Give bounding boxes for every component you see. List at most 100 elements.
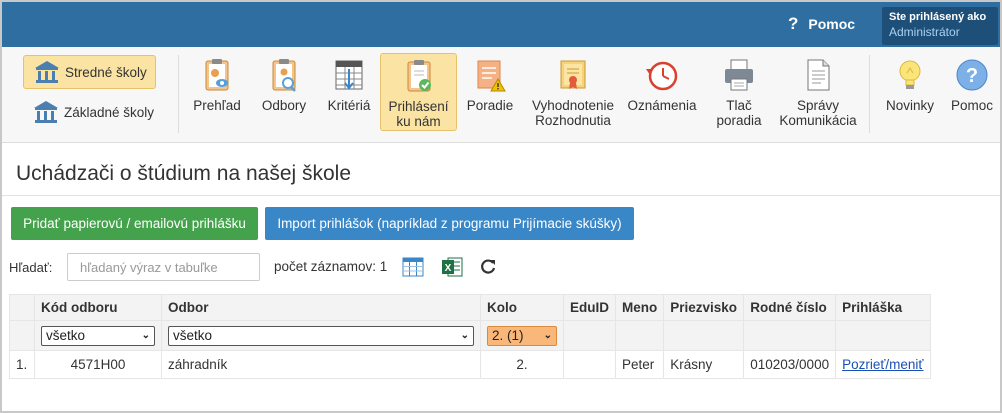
zakladne-skoly-button[interactable]: Základné školy: [23, 95, 156, 129]
toolbar-odbory-label: Odbory: [261, 98, 307, 113]
row-kolo: 2.: [480, 350, 564, 379]
toolbar-novinky[interactable]: Novinky: [879, 53, 941, 131]
col-eduid[interactable]: EduID: [563, 294, 616, 321]
kod-odboru-select-value: všetko: [46, 328, 86, 343]
clipboard-eye-icon: [205, 59, 229, 91]
user-status-label: Ste prihlásený ako: [889, 11, 987, 23]
stredne-skoly-label: Stredné školy: [65, 64, 147, 80]
toolbar-spravy-label-2: Komunikácia: [779, 113, 857, 128]
toolbar-kriteria[interactable]: Kritériá: [320, 53, 378, 131]
toolbar-prihlasenie-label-2: ku nám: [396, 114, 441, 129]
toolbar-prehlad-label: Prehľad: [193, 98, 241, 113]
view-edit-link[interactable]: Pozrieť/meniť: [842, 357, 923, 372]
filter-kolo-cell: 2. (1) ⌄: [480, 320, 564, 351]
row-meno: Peter: [614, 350, 665, 379]
toolbar-divider: [869, 55, 870, 133]
question-circle-icon: ?: [956, 59, 988, 91]
row-rodne-cislo: 010203/0000: [743, 350, 837, 379]
title-divider: [2, 195, 1000, 196]
col-kod-odboru[interactable]: Kód odboru: [34, 294, 162, 321]
kod-odboru-select[interactable]: všetko ⌄: [41, 325, 155, 346]
add-paper-application-button[interactable]: Pridať papierovú / emailovú prihlášku: [11, 207, 258, 240]
excel-export-icon[interactable]: X: [441, 256, 463, 278]
school-building-icon: [34, 101, 58, 123]
toolbar-odbory[interactable]: Odbory: [255, 53, 313, 131]
svg-text:?: ?: [966, 65, 978, 87]
toolbar-prihlasenie-label-1: Prihlásení: [388, 99, 449, 114]
record-count: počet záznamov: 1: [274, 259, 388, 274]
row-odbor: záhradník: [161, 350, 481, 379]
odbor-select-value: všetko: [173, 328, 213, 343]
col-prihlaska[interactable]: Prihláška: [835, 294, 931, 321]
toolbar-divider: [178, 55, 179, 133]
user-name: Administrátor: [889, 25, 960, 39]
chevron-down-icon: ⌄: [460, 330, 469, 341]
filter-empty: [663, 320, 745, 351]
applicants-table: Kód odboru Odbor Kolo EduID Meno Priezvi…: [9, 294, 931, 379]
toolbar-vyhodnotenie-label-2: Rozhodnutia: [535, 113, 611, 128]
col-index: [9, 294, 35, 321]
page-title: Uchádzači o štúdium na našej škole: [16, 162, 352, 185]
toolbar-spravy[interactable]: Správy Komunikácia: [774, 53, 862, 131]
clipboard-check-icon: [407, 60, 431, 92]
toolbar-oznamenia-label: Oznámenia: [627, 98, 697, 113]
document-warning-icon: [477, 60, 506, 92]
question-icon: ?: [788, 14, 799, 33]
refresh-icon[interactable]: [477, 256, 499, 278]
filter-empty: [563, 320, 616, 351]
stredne-skoly-button[interactable]: Stredné školy: [23, 55, 156, 89]
row-kod-odboru: 4571H00: [34, 350, 162, 379]
odbor-select[interactable]: všetko ⌄: [168, 325, 474, 346]
search-input[interactable]: [67, 253, 260, 281]
certificate-icon: [560, 60, 586, 89]
col-rodne-cislo[interactable]: Rodné číslo: [743, 294, 837, 321]
top-help-link[interactable]: ? Pomoc: [788, 14, 855, 34]
toolbar-vyhodnotenie[interactable]: Vyhodnotenie Rozhodnutia: [526, 53, 620, 131]
toolbar-poradie[interactable]: Poradie: [462, 53, 518, 131]
table-row: 1. 4571H00 záhradník 2. Peter Krásny 010…: [9, 350, 931, 379]
clipboard-person-icon: [272, 59, 296, 92]
printer-icon: [725, 59, 753, 91]
clock-back-icon: [646, 61, 678, 91]
school-building-icon: [35, 61, 59, 83]
toolbar-prihlasenie[interactable]: Prihlásení ku nám: [380, 53, 457, 131]
toolbar-oznamenia[interactable]: Oznámenia: [626, 53, 698, 131]
row-eduid: [563, 350, 616, 379]
top-bar: ? Pomoc Ste prihlásený ako Administrátor: [2, 2, 1000, 47]
col-meno[interactable]: Meno: [614, 294, 665, 321]
top-help-label: Pomoc: [808, 16, 856, 32]
toolbar-tlac[interactable]: Tlač poradia: [710, 53, 768, 131]
col-odbor[interactable]: Odbor: [161, 294, 481, 321]
kolo-select-value: 2. (1): [492, 328, 524, 343]
col-priezvisko[interactable]: Priezvisko: [663, 294, 745, 321]
search-label: Hľadať:: [9, 260, 53, 275]
chevron-down-icon: ⌄: [543, 330, 552, 341]
toolbar-kriteria-label: Kritériá: [327, 98, 371, 113]
toolbar-poradie-label: Poradie: [466, 98, 514, 113]
main-toolbar: Stredné školy Základné školy Prehľad Odb…: [2, 47, 1000, 143]
toolbar-vyhodnotenie-label-1: Vyhodnotenie: [531, 98, 615, 113]
toolbar-tlac-label-1: Tlač: [726, 98, 752, 113]
toolbar-spravy-label-1: Správy: [796, 98, 840, 113]
document-icon: [807, 59, 830, 91]
row-prihlaska: Pozrieť/meniť: [835, 350, 931, 379]
filter-empty: [835, 320, 931, 351]
chevron-down-icon: ⌄: [141, 330, 150, 341]
row-index: 1.: [9, 350, 35, 379]
kolo-select[interactable]: 2. (1) ⌄: [487, 325, 557, 346]
grid-table-icon: [335, 60, 363, 90]
import-applications-button[interactable]: Import prihlášok (napríklad z programu P…: [265, 207, 634, 240]
lightbulb-icon: [899, 60, 921, 89]
filter-kod-cell: všetko ⌄: [34, 320, 162, 351]
row-priezvisko: Krásny: [663, 350, 745, 379]
user-box[interactable]: Ste prihlásený ako Administrátor: [882, 7, 998, 45]
toolbar-prehlad[interactable]: Prehľad: [189, 53, 245, 131]
col-kolo[interactable]: Kolo: [480, 294, 564, 321]
filter-empty: [743, 320, 837, 351]
svg-text:X: X: [445, 263, 452, 274]
toolbar-pomoc[interactable]: ? Pomoc: [947, 53, 997, 131]
filter-empty: [614, 320, 665, 351]
toolbar-novinky-label: Novinky: [885, 98, 934, 113]
toolbar-tlac-label-2: poradia: [716, 113, 762, 128]
columns-icon[interactable]: [402, 256, 424, 278]
